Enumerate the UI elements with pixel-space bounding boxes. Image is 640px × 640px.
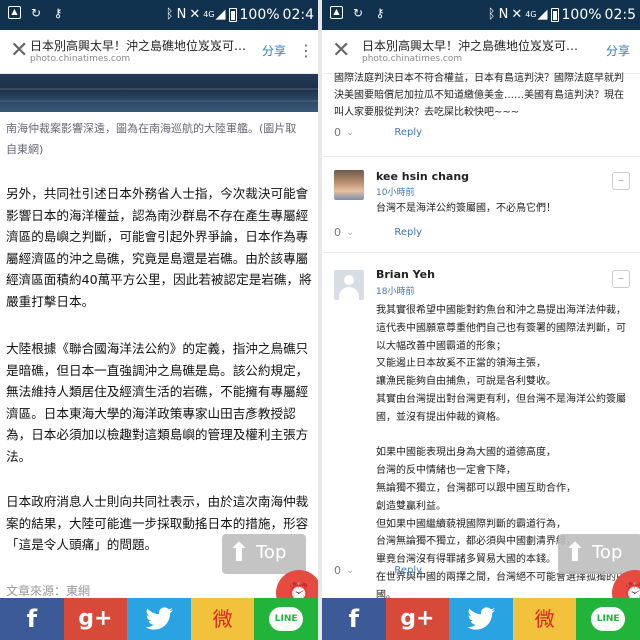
battery-icon (550, 8, 559, 22)
weibo-share-button[interactable]: 微 (190, 598, 255, 640)
page-url: photo.chinatimes.com (362, 54, 463, 64)
comment-divider (322, 252, 640, 253)
comment-divider (322, 156, 640, 157)
key-icon: ⚷ (375, 6, 385, 20)
title-bar: ✕ 日本別高興太早！沖之島礁地位岌岌可… photo.chinatimes.co… (322, 30, 640, 74)
battery-percent: 100% (561, 7, 602, 23)
image-notification-icon: ▲ (330, 6, 343, 19)
reply-link[interactable]: Reply (394, 565, 422, 576)
page-title: 日本別高興太早！沖之島礁地位岌岌可… (362, 39, 579, 53)
twitter-bird-icon (467, 607, 495, 630)
image-caption: 南海仲裁案影響深遠，圖為在南海巡航的大陸軍艦。(圖片取自東網) (6, 122, 297, 156)
scroll-top-button[interactable]: ⬆ Top (558, 534, 640, 574)
comment-actions: 0 ⌄ Reply (334, 562, 422, 578)
comments-screen: ▲ ↻ ⚷ ᛒ N ✕ 4G ◢ 100% 02:5 ✕ 日本別高興太早！沖之島… (322, 0, 640, 640)
share-button[interactable]: 分享 (606, 42, 630, 59)
arrow-up-icon: ⬆ (564, 538, 586, 568)
battery-percent: 100% (239, 7, 280, 23)
scroll-top-label: Top (592, 542, 623, 563)
twitter-share-button[interactable] (449, 598, 513, 640)
network-type: 4G (525, 10, 537, 19)
status-bar: ▲ ↻ ⚷ ᛒ N ✕ 4G ◢ 100% 02:4 (0, 0, 318, 30)
share-bar: f g+ 微 LINE (0, 598, 318, 640)
mute-icon: ✕ (511, 7, 523, 22)
clock: 02:4 (282, 7, 314, 23)
signal-icon: ◢ (215, 7, 226, 22)
page-title: 日本別高興太早！沖之島礁地位岌岌可… (30, 39, 247, 53)
sync-icon: ↻ (30, 6, 42, 20)
collapse-icon[interactable]: – (612, 270, 630, 288)
vote-down-icon[interactable]: ⌄ (346, 127, 354, 138)
twitter-bird-icon (145, 607, 173, 630)
reply-link[interactable]: Reply (394, 227, 422, 238)
key-icon: ⚷ (53, 6, 63, 20)
comment-time[interactable]: 10小時前 (376, 185, 414, 198)
share-bar: f g+ 微 LINE (322, 598, 640, 640)
comment-body: 台灣不是海洋公約簽屬國，不必鳥它們！ (376, 203, 556, 214)
vote-count: 0 (334, 125, 341, 139)
article-source: 文章來源：東網 (6, 584, 91, 598)
arrow-up-icon: ⬆ (228, 538, 250, 568)
line-share-label: LINE (269, 607, 304, 631)
vote-count: 0 (334, 225, 341, 239)
nfc-icon: N (176, 7, 187, 22)
scroll-top-button[interactable]: ⬆ Top (222, 534, 306, 574)
close-icon[interactable]: ✕ (10, 38, 28, 64)
comment-actions: 0 ⌄ Reply (334, 224, 422, 240)
facebook-share-button[interactable]: f (0, 598, 64, 640)
line-share-button[interactable]: LINE (576, 598, 640, 640)
google-plus-share-button[interactable]: g+ (63, 598, 128, 640)
vote-down-icon[interactable]: ⌄ (346, 565, 354, 576)
reply-link[interactable]: Reply (394, 127, 422, 138)
collapse-icon[interactable]: – (612, 172, 630, 190)
vote-count: 0 (334, 563, 341, 577)
battery-icon (228, 8, 237, 22)
comment-author[interactable]: Brian Yeh (376, 268, 435, 281)
signal-icon: ◢ (537, 7, 548, 22)
avatar[interactable] (334, 270, 364, 300)
article-image (0, 74, 318, 112)
facebook-share-button[interactable]: f (322, 598, 386, 640)
network-type: 4G (203, 10, 215, 19)
sync-icon: ↻ (352, 6, 364, 20)
comment-actions: 0 ⌄ Reply (334, 124, 422, 140)
bluetooth-icon: ᛒ (487, 7, 496, 22)
image-notification-icon: ▲ (8, 6, 21, 19)
scroll-top-label: Top (256, 542, 287, 563)
bluetooth-icon: ᛒ (165, 7, 174, 22)
close-icon[interactable]: ✕ (332, 38, 350, 64)
mute-icon: ✕ (189, 7, 201, 22)
comment-body: 國際法庭判決日本不符合權益，日本有島這判決？國際法庭早就判決美國要賠償尼加拉瓜不… (334, 73, 624, 118)
weibo-share-button[interactable]: 微 (512, 598, 577, 640)
title-bar: ✕ 日本別高興太早！沖之島礁地位岌岌可… photo.chinatimes.co… (0, 30, 318, 74)
vote-down-icon[interactable]: ⌄ (346, 227, 354, 238)
clock: 02:5 (604, 7, 636, 23)
status-bar: ▲ ↻ ⚷ ᛒ N ✕ 4G ◢ 100% 02:5 (322, 0, 640, 30)
line-share-label: LINE (591, 607, 626, 631)
comment-author[interactable]: kee hsin chang (376, 170, 469, 183)
twitter-share-button[interactable] (127, 598, 191, 640)
page-url: photo.chinatimes.com (30, 54, 131, 64)
google-plus-share-button[interactable]: g+ (385, 598, 450, 640)
avatar[interactable] (334, 170, 364, 200)
article-screen: ▲ ↻ ⚷ ᛒ N ✕ 4G ◢ 100% 02:4 ✕ 日本別高興太早！沖之島… (0, 0, 318, 640)
comment-time[interactable]: 18小時前 (376, 284, 414, 297)
nfc-icon: N (498, 7, 509, 22)
article-paragraph: 另外，共同社引述日本外務省人士指，今次裁決可能會影響日本的海洋權益，認為南沙群島… (6, 186, 312, 309)
share-button[interactable]: 分享 (262, 42, 286, 59)
more-menu-icon[interactable]: ⋮ (298, 40, 314, 62)
line-share-button[interactable]: LINE (254, 598, 318, 640)
article-paragraph: 大陸根據《聯合國海洋法公約》的定義，指沖之鳥礁只是暗礁，但日本一直強調沖之鳥礁是… (6, 341, 309, 464)
